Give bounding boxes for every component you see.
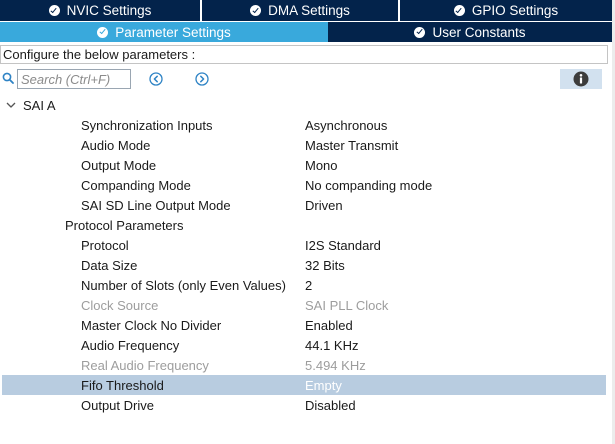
parameter-tree: SAI A Synchronization Inputs Asynchronou… xyxy=(0,95,612,415)
param-value: SAI PLL Clock xyxy=(305,297,389,313)
param-name: Data Size xyxy=(81,257,138,273)
configuration-panel: NVIC Settings DMA Settings GPIO Settings… xyxy=(0,0,615,444)
param-name: Audio Frequency xyxy=(81,337,180,353)
info-icon xyxy=(573,71,589,87)
tab-label: GPIO Settings xyxy=(471,3,559,18)
check-circle-icon xyxy=(414,26,426,38)
param-name: Clock Source xyxy=(81,297,159,313)
param-value: No companding mode xyxy=(305,177,433,193)
param-value: Driven xyxy=(305,197,343,213)
tree-group-sai-a[interactable]: SAI A xyxy=(0,95,612,115)
tab-gpio-settings[interactable]: GPIO Settings xyxy=(400,0,612,21)
param-value: 5.494 KHz xyxy=(305,357,366,373)
param-name: Protocol xyxy=(81,237,129,253)
param-name: Master Clock No Divider xyxy=(81,317,222,333)
check-circle-icon xyxy=(48,5,60,16)
section-label: Protocol Parameters xyxy=(65,217,184,233)
param-value: I2S Standard xyxy=(305,237,381,253)
param-name: Output Mode xyxy=(81,157,157,173)
param-row-companding-mode[interactable]: Companding Mode No companding mode xyxy=(2,175,606,195)
param-row-output-mode[interactable]: Output Mode Mono xyxy=(2,155,606,175)
param-row-synchronization-inputs[interactable]: Synchronization Inputs Asynchronous xyxy=(2,115,606,135)
param-name: Fifo Threshold xyxy=(81,377,164,393)
tab-dma-settings[interactable]: DMA Settings xyxy=(202,0,400,21)
param-row-audio-frequency[interactable]: Audio Frequency 44.1 KHz xyxy=(2,335,606,355)
chevron-down-icon[interactable] xyxy=(5,99,17,111)
param-name: Companding Mode xyxy=(81,177,191,193)
search-toolbar xyxy=(0,67,612,91)
check-circle-icon xyxy=(97,26,109,38)
param-name: Audio Mode xyxy=(81,137,151,153)
tab-label: Parameter Settings xyxy=(115,24,231,40)
info-button[interactable] xyxy=(560,69,602,89)
param-value: Master Transmit xyxy=(305,137,399,153)
param-row-fifo-threshold[interactable]: Fifo Threshold Empty xyxy=(2,375,606,395)
param-row-audio-mode[interactable]: Audio Mode Master Transmit xyxy=(2,135,606,155)
arrow-left-circle-icon[interactable] xyxy=(149,72,163,86)
tab-user-constants[interactable]: User Constants xyxy=(328,22,612,42)
tab-bar-top: NVIC Settings DMA Settings GPIO Settings xyxy=(0,0,612,21)
configure-text: Configure the below parameters : xyxy=(3,47,196,62)
param-row-sai-sd-line-output-mode[interactable]: SAI SD Line Output Mode Driven xyxy=(2,195,606,215)
tab-label: NVIC Settings xyxy=(66,3,152,18)
param-value-dropdown[interactable]: Empty xyxy=(305,378,342,393)
param-value: 44.1 KHz xyxy=(305,337,359,353)
tab-label: DMA Settings xyxy=(268,3,350,18)
param-value: 32 Bits xyxy=(305,257,345,273)
search-icon[interactable] xyxy=(2,72,14,84)
param-name: Output Drive xyxy=(81,397,154,413)
param-row-real-audio-frequency: Real Audio Frequency 5.494 KHz xyxy=(2,355,606,375)
param-row-data-size[interactable]: Data Size 32 Bits xyxy=(2,255,606,275)
param-name: SAI SD Line Output Mode xyxy=(81,197,231,213)
param-row-clock-source: Clock Source SAI PLL Clock xyxy=(2,295,606,315)
check-circle-icon xyxy=(453,5,465,16)
arrow-right-circle-icon[interactable] xyxy=(195,72,209,86)
param-value: Enabled xyxy=(305,317,353,333)
tab-bar-bottom: Parameter Settings User Constants xyxy=(0,22,612,42)
param-value: Mono xyxy=(305,157,338,173)
section-protocol-parameters: Protocol Parameters xyxy=(2,215,606,235)
check-circle-icon xyxy=(250,5,262,16)
configure-instructions: Configure the below parameters : xyxy=(0,45,608,64)
tree-group-label: SAI A xyxy=(23,97,56,113)
param-row-output-drive[interactable]: Output Drive Disabled xyxy=(2,395,606,415)
tab-nvic-settings[interactable]: NVIC Settings xyxy=(0,0,202,21)
param-row-protocol[interactable]: Protocol I2S Standard xyxy=(2,235,606,255)
param-name: Real Audio Frequency xyxy=(81,357,209,373)
param-row-number-of-slots[interactable]: Number of Slots (only Even Values) 2 xyxy=(2,275,606,295)
param-value: 2 xyxy=(305,277,313,293)
param-value: Disabled xyxy=(305,397,356,413)
param-row-master-clock-no-divider[interactable]: Master Clock No Divider Enabled xyxy=(2,315,606,335)
param-name: Synchronization Inputs xyxy=(81,117,213,133)
param-value: Asynchronous xyxy=(305,117,388,133)
search-input[interactable] xyxy=(17,69,131,89)
param-name: Number of Slots (only Even Values) xyxy=(81,277,286,293)
tab-parameter-settings[interactable]: Parameter Settings xyxy=(0,22,328,42)
tab-label: User Constants xyxy=(432,24,526,40)
